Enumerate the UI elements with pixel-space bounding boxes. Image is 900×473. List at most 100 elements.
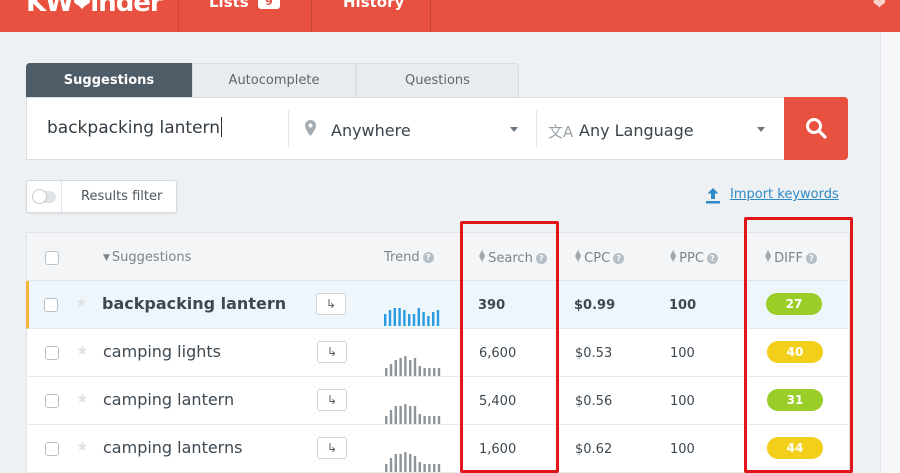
trend-bar bbox=[413, 358, 417, 376]
help-icon[interactable]: ? bbox=[422, 252, 434, 263]
trend-bar bbox=[433, 464, 436, 472]
highlight-box-search bbox=[460, 221, 559, 473]
select-all-checkbox[interactable] bbox=[45, 251, 59, 265]
field-divider bbox=[536, 110, 537, 148]
filter-toggle[interactable] bbox=[32, 189, 56, 204]
col-header-ppc[interactable]: ▲ ▼ PPC? bbox=[670, 248, 718, 266]
col-header-suggestions[interactable]: ▼ Suggestions bbox=[103, 250, 191, 265]
tab-suggestions[interactable]: Suggestions bbox=[26, 63, 192, 97]
trend-bar bbox=[394, 360, 397, 376]
trend-bar bbox=[413, 406, 417, 424]
keyword-cell[interactable]: camping lights bbox=[103, 342, 221, 361]
star-icon[interactable]: ★ bbox=[76, 391, 89, 407]
app-logo[interactable]: KW❤inder bbox=[26, 0, 163, 18]
return-arrow-icon: ↳ bbox=[326, 345, 338, 359]
use-as-seed-button[interactable]: ↳ bbox=[317, 437, 347, 459]
trend-bar bbox=[398, 308, 401, 326]
trend-bar bbox=[413, 456, 417, 472]
star-icon[interactable]: ★ bbox=[76, 343, 89, 359]
import-keywords-link[interactable]: Import keywords bbox=[730, 187, 839, 202]
trend-bar bbox=[428, 368, 431, 376]
trend-bar bbox=[409, 406, 412, 424]
trend-bar bbox=[384, 314, 387, 326]
search-mode-tabs: Suggestions Autocomplete Questions bbox=[26, 63, 519, 97]
ppc-cell: 100 bbox=[669, 298, 697, 313]
trend-bar bbox=[428, 416, 431, 424]
right-panel-edge bbox=[880, 32, 900, 473]
results-table: ▼ Suggestions Trend? ▲ ▼ Search? ▲ ▼ CPC? ▲ ▼ P… bbox=[26, 232, 850, 473]
row-checkbox[interactable] bbox=[45, 394, 59, 408]
nav-lists[interactable]: Lists bbox=[209, 0, 249, 11]
trend-bar bbox=[433, 416, 436, 424]
trend-bar bbox=[437, 416, 441, 424]
table-row[interactable]: ★ camping lanterns ↳ 1,600 $0.62 100 44 bbox=[27, 425, 849, 473]
sort-icon: ▲ ▼ bbox=[670, 248, 677, 263]
trend-bar bbox=[409, 454, 412, 472]
cpc-cell: $0.99 bbox=[574, 298, 616, 313]
table-row[interactable]: ★ camping lights ↳ 6,600 $0.53 100 40 bbox=[27, 329, 849, 377]
keyword-cell[interactable]: backpacking lantern bbox=[102, 294, 286, 313]
table-row[interactable]: ★ backpacking lantern ↳ 390 $0.99 100 27 bbox=[26, 281, 848, 329]
trend-bar bbox=[394, 406, 397, 424]
trend-sparkline bbox=[385, 452, 441, 472]
table-row[interactable]: ★ camping lantern ↳ 5,400 $0.56 100 31 bbox=[27, 377, 849, 425]
cpc-cell: $0.62 bbox=[575, 442, 613, 457]
keyword-cell[interactable]: camping lantern bbox=[103, 390, 234, 409]
tab-questions[interactable]: Questions bbox=[356, 63, 519, 97]
trend-bar bbox=[423, 416, 426, 424]
help-icon[interactable]: ? bbox=[706, 253, 718, 264]
upload-icon[interactable] bbox=[706, 188, 720, 204]
row-checkbox[interactable] bbox=[45, 346, 59, 360]
keyword-cell[interactable]: camping lanterns bbox=[103, 438, 242, 457]
star-icon[interactable]: ★ bbox=[75, 295, 88, 311]
trend-bar bbox=[399, 454, 402, 472]
star-icon[interactable]: ★ bbox=[76, 439, 89, 455]
trend-bar bbox=[404, 404, 407, 424]
chevron-down-icon[interactable] bbox=[757, 127, 765, 132]
trend-bar bbox=[418, 414, 421, 424]
use-as-seed-button[interactable]: ↳ bbox=[316, 293, 346, 315]
toggle-knob bbox=[32, 189, 47, 204]
use-as-seed-button[interactable]: ↳ bbox=[317, 389, 347, 411]
trend-bar bbox=[433, 368, 436, 376]
return-arrow-icon: ↳ bbox=[325, 297, 337, 311]
trend-bar bbox=[404, 356, 407, 376]
filter-divider bbox=[61, 181, 62, 212]
col-header-cpc[interactable]: ▲ ▼ CPC? bbox=[575, 249, 625, 266]
row-checkbox[interactable] bbox=[45, 442, 59, 456]
location-select[interactable]: Anywhere bbox=[331, 121, 411, 140]
trend-bar bbox=[388, 310, 392, 326]
help-icon[interactable]: ? bbox=[613, 253, 625, 264]
trend-bar bbox=[393, 308, 396, 326]
trend-bar bbox=[389, 458, 393, 472]
trend-bar bbox=[385, 464, 388, 472]
user-menu-icon[interactable]: ❤ bbox=[873, 0, 886, 13]
lists-count-badge: 9 bbox=[258, 0, 280, 9]
trend-sparkline bbox=[385, 404, 441, 424]
text-caret bbox=[221, 117, 222, 137]
nav-divider bbox=[178, 0, 179, 32]
language-select[interactable]: Any Language bbox=[579, 121, 694, 140]
return-arrow-icon: ↳ bbox=[326, 393, 338, 407]
cpc-cell: $0.56 bbox=[575, 394, 613, 409]
search-button[interactable] bbox=[784, 97, 848, 160]
trend-bar bbox=[418, 462, 421, 472]
trend-sparkline bbox=[384, 308, 440, 326]
trend-bar bbox=[437, 368, 441, 376]
trend-bar bbox=[423, 368, 426, 376]
col-header-trend[interactable]: Trend? bbox=[384, 250, 434, 265]
field-divider bbox=[288, 110, 289, 148]
row-checkbox[interactable] bbox=[44, 298, 58, 312]
trend-bar bbox=[408, 314, 411, 326]
trend-sparkline bbox=[385, 356, 441, 376]
trend-bar bbox=[403, 310, 406, 326]
chevron-down-icon[interactable] bbox=[510, 127, 518, 132]
results-filter-button[interactable]: Results filter bbox=[26, 180, 177, 213]
keyword-input[interactable]: backpacking lantern bbox=[47, 117, 222, 138]
trend-bar bbox=[418, 366, 421, 376]
tab-autocomplete[interactable]: Autocomplete bbox=[192, 63, 356, 97]
trend-bar bbox=[436, 310, 440, 326]
trend-bar bbox=[399, 406, 402, 424]
use-as-seed-button[interactable]: ↳ bbox=[317, 341, 347, 363]
nav-history[interactable]: History bbox=[343, 0, 404, 11]
